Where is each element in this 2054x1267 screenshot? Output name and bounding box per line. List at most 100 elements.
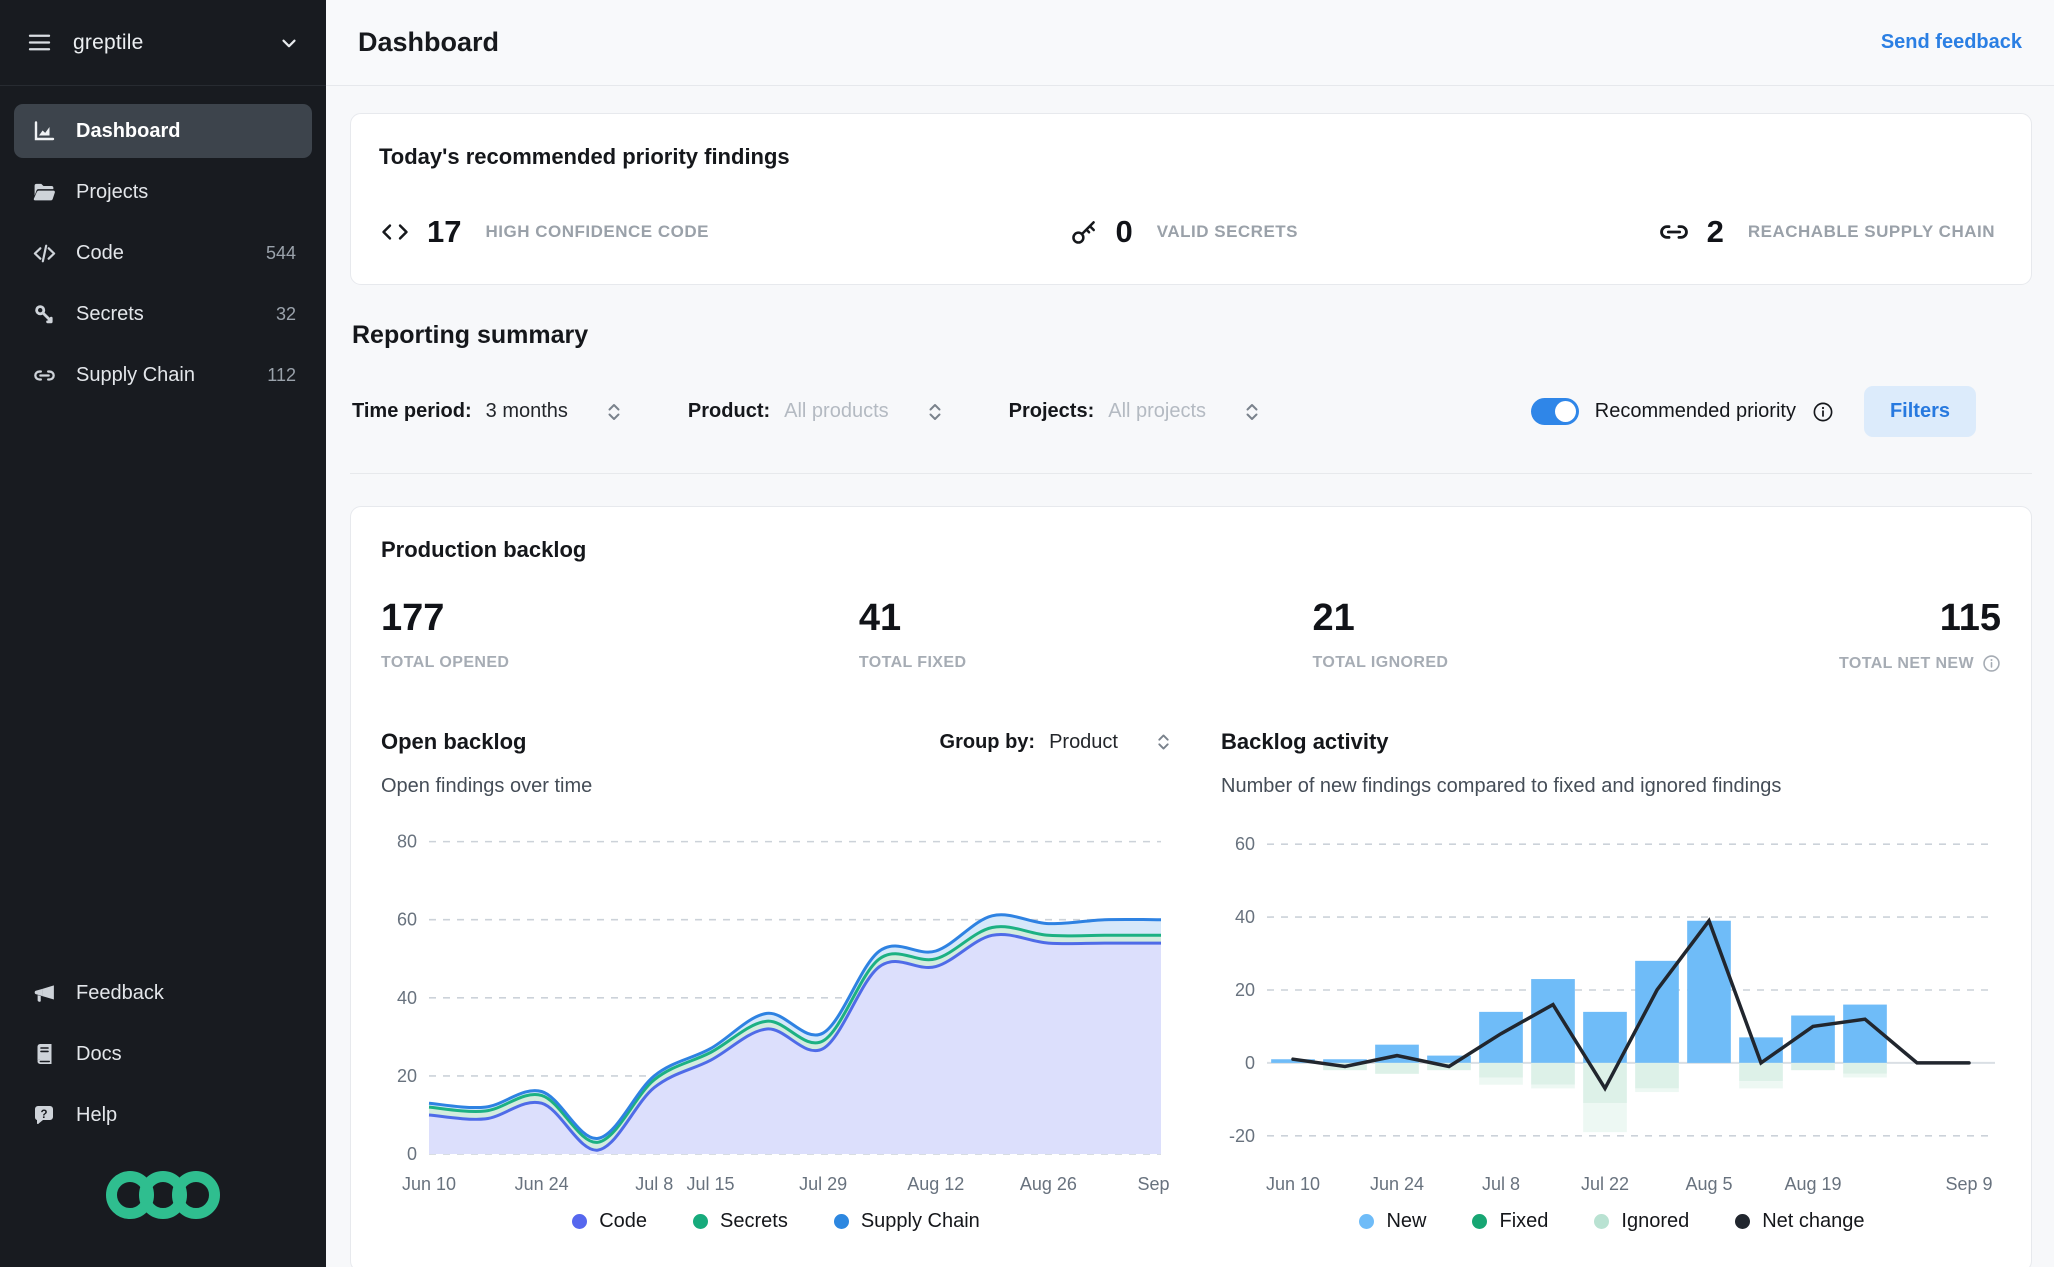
- sidebar-header: greptile: [0, 0, 326, 86]
- svg-text:Jun 24: Jun 24: [1370, 1174, 1424, 1194]
- new-legend-dot: [1359, 1214, 1375, 1229]
- code-count-badge: 544: [265, 242, 296, 263]
- code-icon: [30, 239, 58, 267]
- backlog-card-title: Production backlog: [381, 537, 587, 562]
- svg-text:Aug 12: Aug 12: [907, 1174, 964, 1194]
- svg-text:Jun 10: Jun 10: [1266, 1174, 1320, 1194]
- page-title: Dashboard: [358, 27, 500, 57]
- svg-text:Sep 9: Sep 9: [1945, 1174, 1992, 1194]
- supply-chain-count-badge: 112: [267, 364, 296, 385]
- open-backlog-subtitle: Open findings over time: [381, 775, 593, 797]
- info-icon[interactable]: [1812, 401, 1834, 423]
- hamburger-menu-icon[interactable]: [26, 29, 53, 56]
- svg-text:20: 20: [1235, 980, 1255, 1000]
- svg-text:0: 0: [1245, 1053, 1255, 1073]
- svg-text:Aug 5: Aug 5: [1685, 1174, 1732, 1194]
- filters-button[interactable]: Filters: [1863, 386, 1976, 437]
- svg-text:0: 0: [407, 1144, 417, 1164]
- fixed-legend-dot: [1472, 1214, 1488, 1229]
- sidebar-item-feedback[interactable]: Feedback: [14, 966, 312, 1020]
- open-backlog-chart: 0 20 40 60 80 Jun 10 Jun 24 Jul 8 Jul 15 Jul 29 Au…: [397, 832, 1171, 1194]
- sidebar-item-code[interactable]: Code 544: [14, 226, 312, 280]
- stat-total-opened: 177 TOTAL OPENED: [381, 597, 510, 671]
- backlog-activity-legend: New Fixed Ignored Net change: [1221, 1210, 2003, 1233]
- svg-text:?: ?: [40, 1109, 47, 1121]
- select-updown-icon: [927, 401, 943, 423]
- reporting-summary-title: Reporting summary: [352, 321, 589, 349]
- folder-icon: [30, 178, 58, 206]
- net-change-legend-dot: [1735, 1214, 1751, 1229]
- recommended-priority-group: Recommended priority: [1530, 398, 1834, 425]
- svg-text:Jun 24: Jun 24: [515, 1174, 569, 1194]
- info-icon[interactable]: [1982, 654, 2001, 673]
- book-icon: [30, 1040, 58, 1068]
- time-period-select[interactable]: Time period: 3 months: [352, 400, 622, 423]
- select-updown-icon: [1156, 731, 1171, 753]
- svg-text:Aug 26: Aug 26: [1020, 1174, 1077, 1194]
- greptile-logo: [0, 1149, 326, 1267]
- area-chart-icon: [30, 117, 58, 145]
- filters-row: Time period: 3 months Product: All produ…: [350, 386, 2032, 474]
- sidebar-item-dashboard[interactable]: Dashboard: [14, 104, 312, 158]
- open-backlog-legend: Code Secrets Supply Chain: [381, 1210, 1171, 1233]
- svg-text:Aug 19: Aug 19: [1784, 1174, 1841, 1194]
- backlog-activity-chart: -20 0 20 40 60 Jun 10 Jun 24 Jul 8 Jul 22 Aug 5 Au…: [1229, 834, 1995, 1194]
- org-name[interactable]: greptile: [73, 31, 143, 55]
- svg-text:Jul 29: Jul 29: [799, 1174, 847, 1194]
- secrets-count-badge: 32: [275, 303, 296, 324]
- open-backlog-section: Open backlog Group by: Product Open find…: [381, 729, 1171, 1233]
- production-backlog-card: Production backlog 177 TOTAL OPENED 41 T…: [350, 506, 2032, 1267]
- svg-text:Jul 8: Jul 8: [635, 1174, 673, 1194]
- stat-total-net-new: 115 TOTAL NET NEW: [1839, 597, 2001, 673]
- sidebar-item-secrets[interactable]: Secrets 32: [14, 287, 312, 341]
- backlog-activity-title: Backlog activity: [1221, 729, 1389, 754]
- stat-valid-secrets[interactable]: 0 VALID SECRETS: [1068, 214, 1299, 250]
- svg-text:60: 60: [1235, 834, 1255, 854]
- group-by-select[interactable]: Group by: Product: [940, 731, 1171, 754]
- priority-stats-row: 17 HIGH CONFIDENCE CODE 0 VALID SECRETS: [379, 214, 2003, 250]
- svg-text:20: 20: [397, 1066, 417, 1086]
- sidebar-item-help[interactable]: ? Help: [14, 1088, 312, 1142]
- key-icon: [1068, 216, 1100, 248]
- svg-text:40: 40: [397, 988, 417, 1008]
- stat-high-confidence-code[interactable]: 17 HIGH CONFIDENCE CODE: [379, 214, 709, 250]
- charts-row: Open backlog Group by: Product Open find…: [381, 729, 2001, 1233]
- link-icon: [30, 361, 58, 389]
- ignored-legend-dot: [1594, 1214, 1610, 1229]
- svg-text:80: 80: [397, 832, 417, 852]
- stat-total-ignored: 21 TOTAL IGNORED: [1312, 597, 1449, 671]
- select-updown-icon: [1244, 401, 1260, 423]
- chevron-down-icon[interactable]: [278, 32, 300, 54]
- priority-card-title: Today's recommended priority findings: [379, 144, 790, 169]
- product-select[interactable]: Product: All products: [688, 400, 943, 423]
- sidebar-item-docs[interactable]: Docs: [14, 1027, 312, 1081]
- svg-text:-20: -20: [1229, 1126, 1255, 1146]
- supply-chain-legend-dot: [833, 1214, 849, 1229]
- send-feedback-link[interactable]: Send feedback: [1881, 31, 2022, 54]
- svg-text:Jul 15: Jul 15: [687, 1174, 735, 1194]
- backlog-stats-row: 177 TOTAL OPENED 41 TOTAL FIXED 21 TOTAL…: [381, 597, 2001, 673]
- sidebar-nav: Dashboard Projects Code 544 Secrets 32 S…: [0, 86, 326, 409]
- svg-text:60: 60: [397, 910, 417, 930]
- sidebar-item-supply-chain[interactable]: Supply Chain 112: [14, 348, 312, 402]
- secrets-legend-dot: [693, 1214, 709, 1229]
- priority-findings-card: Today's recommended priority findings 17…: [350, 113, 2032, 285]
- stat-reachable-supply-chain[interactable]: 2 REACHABLE SUPPLY CHAIN: [1657, 214, 1995, 250]
- svg-text:Jun 10: Jun 10: [402, 1174, 456, 1194]
- select-updown-icon: [606, 401, 622, 423]
- sidebar-item-projects[interactable]: Projects: [14, 165, 312, 219]
- app-root: greptile Dashboard Projects Code 544 Sec…: [0, 0, 2054, 1267]
- recommended-priority-toggle[interactable]: [1530, 398, 1579, 425]
- sidebar-footer: Feedback Docs ? Help: [0, 966, 326, 1149]
- svg-text:Jul 8: Jul 8: [1482, 1174, 1520, 1194]
- backlog-activity-section: Backlog activity Number of new findings …: [1221, 729, 2003, 1233]
- sidebar: greptile Dashboard Projects Code 544 Sec…: [0, 0, 326, 1267]
- svg-text:40: 40: [1235, 907, 1255, 927]
- megaphone-icon: [30, 979, 58, 1007]
- svg-text:Sep 9: Sep 9: [1137, 1174, 1171, 1194]
- svg-text:Jul 22: Jul 22: [1581, 1174, 1629, 1194]
- toggle-knob: [1554, 401, 1576, 422]
- projects-select[interactable]: Projects: All projects: [1009, 400, 1260, 423]
- content: Today's recommended priority findings 17…: [326, 86, 2054, 1267]
